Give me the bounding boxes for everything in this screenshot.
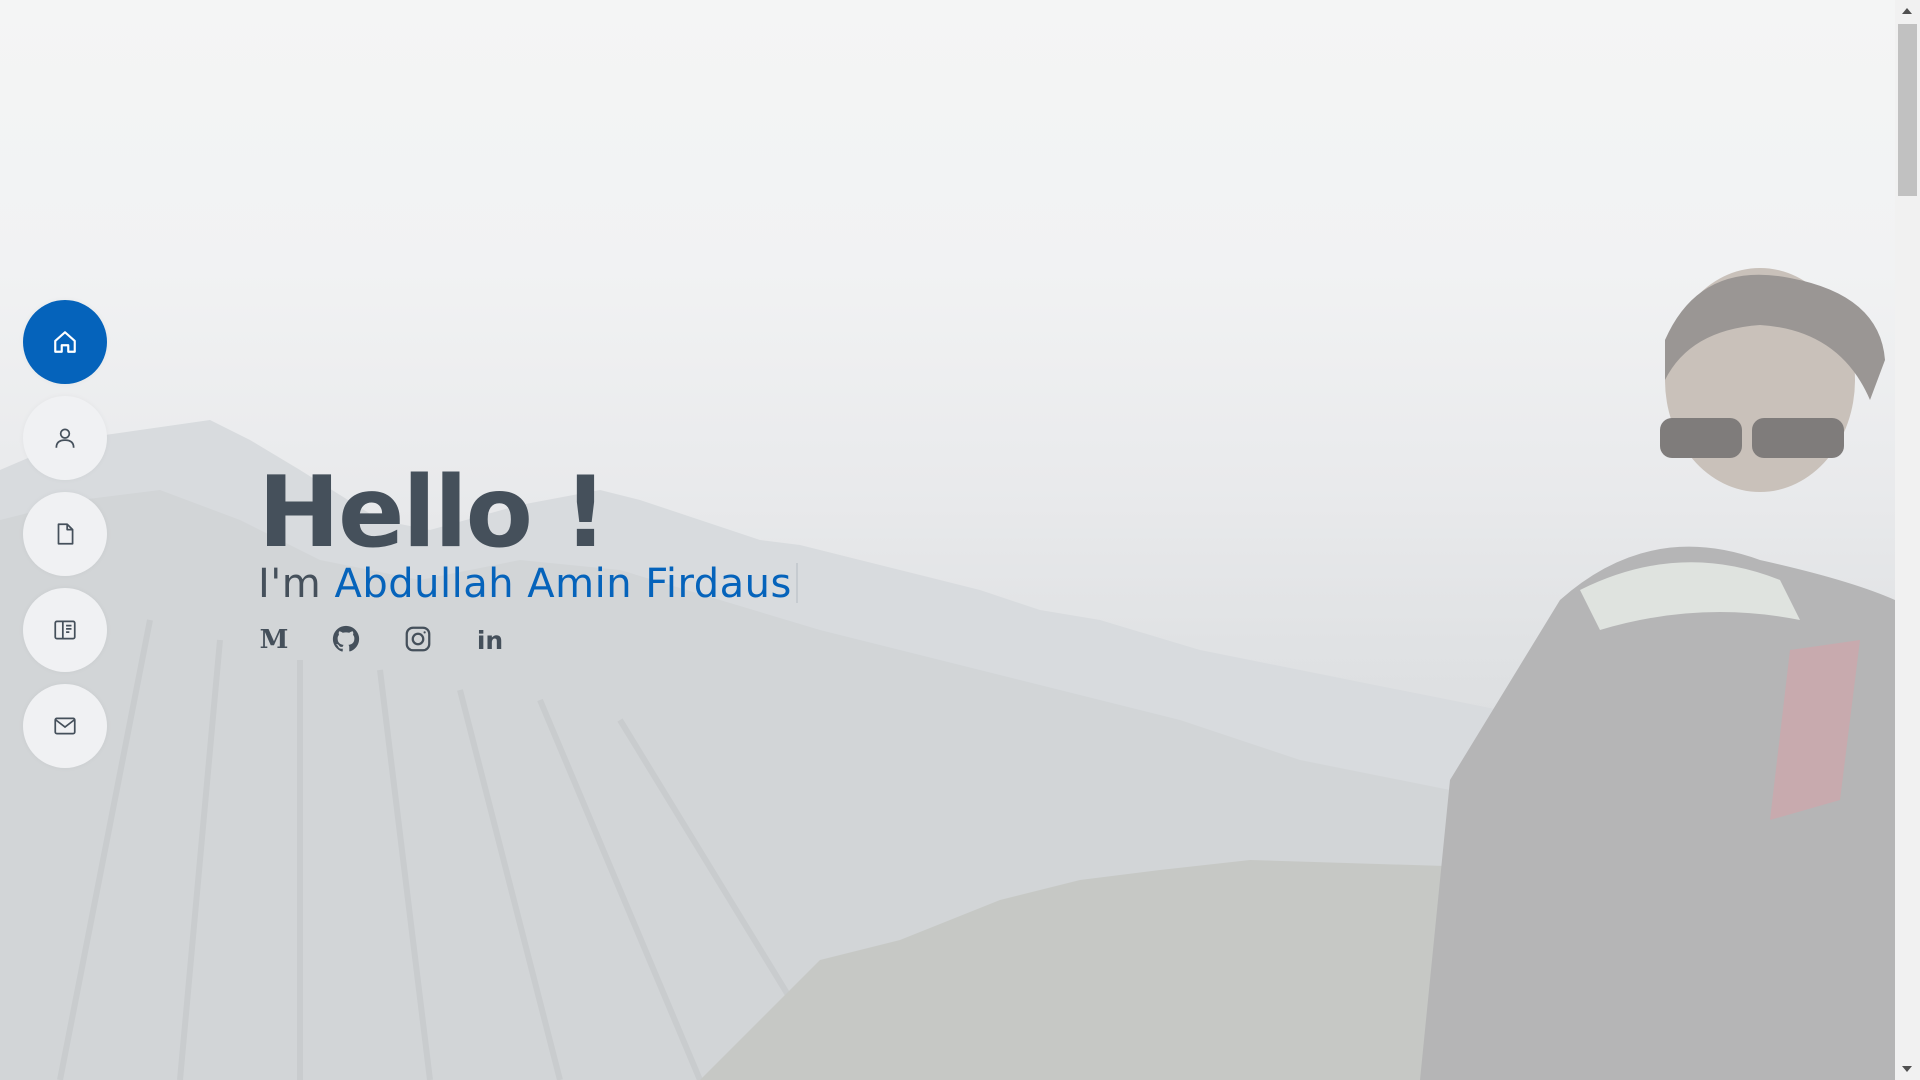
nav-about-button[interactable] xyxy=(23,396,107,480)
svg-text:M: M xyxy=(260,625,289,654)
hero-intro: I'm Abdullah Amin Firdaus xyxy=(258,563,798,604)
hero-greeting: Hello ! xyxy=(258,455,608,570)
side-navigation xyxy=(23,300,107,780)
nav-portfolio-button[interactable] xyxy=(23,588,107,672)
medium-link[interactable]: M xyxy=(258,623,290,655)
github-link[interactable] xyxy=(330,623,362,655)
person-icon xyxy=(55,428,75,448)
home-icon xyxy=(54,331,76,353)
book-icon xyxy=(54,620,76,640)
medium-icon: M xyxy=(260,625,289,654)
intro-prefix: I'm xyxy=(258,561,335,607)
instagram-link[interactable] xyxy=(402,623,434,655)
file-icon xyxy=(57,523,74,545)
nav-contact-button[interactable] xyxy=(23,684,107,768)
hero-name: Abdullah Amin Firdaus xyxy=(334,561,792,607)
nav-resume-button[interactable] xyxy=(23,492,107,576)
linkedin-link[interactable]: in xyxy=(474,623,506,655)
scrollbar[interactable] xyxy=(1895,0,1920,1080)
github-icon xyxy=(332,625,360,652)
instagram-icon xyxy=(405,626,431,652)
scroll-up-arrow-icon[interactable] xyxy=(1902,8,1912,14)
nav-home-button[interactable] xyxy=(23,300,107,384)
svg-text:in: in xyxy=(477,626,503,654)
linkedin-icon: in xyxy=(477,626,503,654)
social-links: M in xyxy=(258,623,506,655)
envelope-icon xyxy=(54,717,76,735)
typing-cursor xyxy=(795,563,798,603)
scroll-thumb[interactable] xyxy=(1898,24,1917,196)
scroll-down-arrow-icon[interactable] xyxy=(1902,1066,1912,1072)
